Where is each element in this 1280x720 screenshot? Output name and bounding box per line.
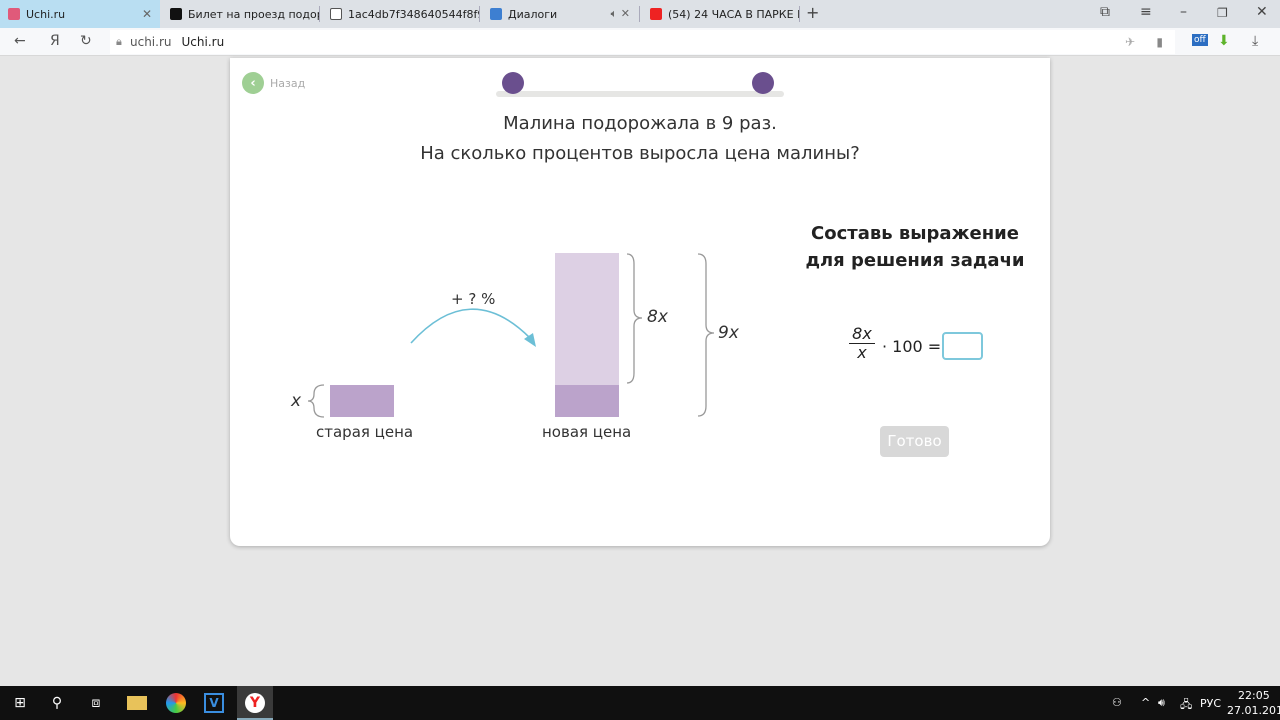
task-heading: Составь выражение для решения задачи xyxy=(800,220,1030,274)
expression-rest: · 100 = xyxy=(882,337,942,356)
volume-icon[interactable]: 🔊︎ xyxy=(1158,696,1165,710)
task-line-1: Составь выражение xyxy=(811,223,1019,244)
task-view-icon[interactable]: ⧈ xyxy=(86,693,106,713)
brace-9x xyxy=(697,253,715,417)
increase-arrow xyxy=(410,308,531,344)
brace-x xyxy=(307,384,325,418)
fraction-numerator: 8x xyxy=(849,325,875,344)
task-line-2: для решения задачи xyxy=(805,250,1025,271)
diagram-lines xyxy=(307,253,715,418)
yandex-browser-taskbar[interactable]: Y xyxy=(237,686,273,720)
fraction: 8x x xyxy=(849,325,875,362)
yandex-browser-icon: Y xyxy=(245,693,265,713)
clock-date[interactable]: 27.01.2019 xyxy=(1227,704,1280,717)
brace-8x xyxy=(626,253,643,384)
taskbar: ⊞ ⚲ ⧈ V Y ⚇ ^ 🔊︎ 🖧︎ РУС 22:05 27.01.2019 xyxy=(0,686,1280,720)
arrow-head xyxy=(524,333,536,347)
windows-start-icon[interactable]: ⊞ xyxy=(10,693,30,713)
answer-input[interactable] xyxy=(942,332,983,360)
chevron-up-icon[interactable]: ^ xyxy=(1141,696,1150,709)
people-icon[interactable]: ⚇ xyxy=(1112,696,1122,709)
search-icon[interactable]: ⚲ xyxy=(47,693,67,713)
clock-time[interactable]: 22:05 xyxy=(1238,689,1270,702)
language-indicator[interactable]: РУС xyxy=(1200,697,1221,710)
v-app-icon[interactable]: V xyxy=(204,693,224,713)
done-button[interactable]: Готово xyxy=(880,426,949,457)
file-explorer-icon[interactable] xyxy=(127,696,147,710)
fraction-denominator: x xyxy=(857,343,867,362)
network-icon[interactable]: 🖧︎ xyxy=(1180,696,1192,715)
colorful-app-icon[interactable] xyxy=(166,693,186,713)
